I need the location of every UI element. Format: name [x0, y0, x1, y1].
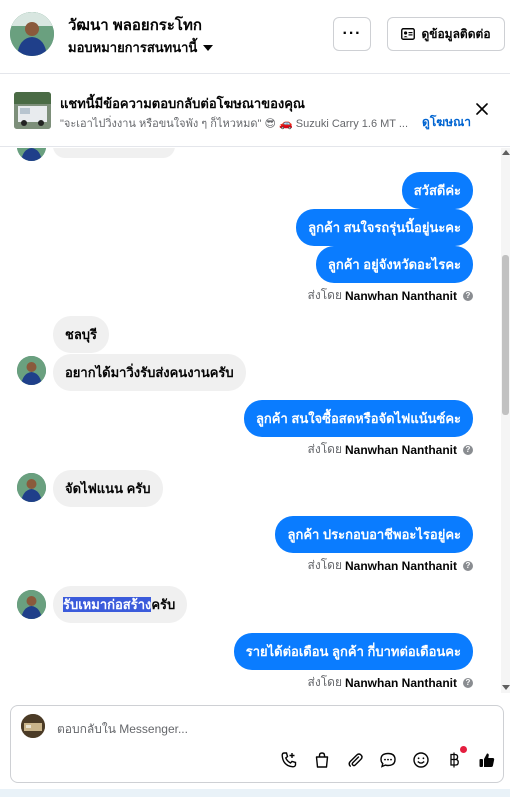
sender-name: Nanwhan Nanthanit: [344, 558, 457, 573]
call-button[interactable]: [279, 750, 299, 770]
caret-down-icon: [203, 45, 214, 51]
sent-by-label: ส่งโดย Nanwhan Nanthanit ?: [308, 440, 473, 459]
message-bubble-outgoing[interactable]: ลูกค้า ประกอบอาชีพอะไรอยู่คะ: [275, 516, 473, 553]
saved-replies-button[interactable]: [378, 750, 398, 770]
chat-bubble-icon: [380, 752, 396, 768]
message-bubble-incoming[interactable]: อยากได้มาวิ่งรับส่งคนงานครับ: [53, 354, 246, 391]
ad-subtitle-text: "จะเอาไปวิ่งงาน หรือขนใจพัง ๆ ก็ไหวหมด" …: [60, 117, 409, 130]
baht-icon: [450, 752, 459, 768]
message-bubble-incoming[interactable]: ชลบุรี: [53, 316, 110, 353]
sent-by-label: ส่งโดย Nanwhan Nanthanit ?: [308, 286, 473, 305]
scroll-up-arrow-icon[interactable]: [502, 150, 510, 155]
chat-header: วัฒนา พลอยกระโทก มอบหมายการสนทนานี้ ··· …: [0, 0, 510, 74]
attach-button[interactable]: [345, 750, 365, 770]
messenger-chat-panel: วัฒนา พลอยกระโทก มอบหมายการสนทนานี้ ··· …: [0, 0, 510, 797]
phone-plus-icon: [281, 752, 297, 768]
payment-button[interactable]: [444, 746, 467, 770]
sent-by-label: ส่งโดย Nanwhan Nanthanit ?: [308, 556, 473, 575]
sender-name: Nanwhan Nanthanit: [344, 442, 457, 457]
composer-toolbar: [279, 746, 497, 770]
avatar[interactable]: [10, 12, 54, 56]
shop-button[interactable]: [312, 750, 332, 770]
message-bubble-outgoing[interactable]: รายได้ต่อเดือน ลูกค้า กี่บาทต่อเดือนคะ: [233, 633, 473, 670]
sent-by-prefix: ส่งโดย: [307, 442, 342, 456]
ad-reply-banner: แชทนี้มีข้อความตอบกลับต่อโฆษณาของคุณ "จะ…: [0, 75, 510, 147]
avatar: [17, 148, 46, 161]
ad-banner-subtitle: "จะเอาไปวิ่งงาน หรือขนใจพัง ๆ ก็ไหวหมด" …: [60, 113, 471, 132]
more-options-button[interactable]: ···: [333, 17, 371, 51]
bottom-strip: [0, 789, 510, 797]
avatar: [17, 590, 46, 619]
emoji-button[interactable]: [411, 750, 431, 770]
sent-by-prefix: ส่งโดย: [307, 288, 342, 302]
message-bubble-partial: [53, 148, 175, 158]
message-bubble-incoming[interactable]: จัดไฟแนน ครับ: [53, 470, 163, 507]
info-icon[interactable]: ?: [463, 290, 473, 301]
assign-conversation-dropdown[interactable]: มอบหมายการสนทนานี้: [68, 37, 214, 58]
info-icon[interactable]: ?: [463, 444, 473, 455]
sent-by-label: ส่งโดย Nanwhan Nanthanit ?: [308, 673, 473, 692]
message-composer: ตอบกลับใน Messenger...: [10, 705, 504, 783]
close-banner-button[interactable]: [472, 99, 492, 119]
thumbs-up-icon: [479, 753, 495, 767]
contact-card-icon: [401, 28, 416, 40]
scroll-down-arrow-icon[interactable]: [502, 685, 510, 690]
close-icon: [476, 103, 488, 115]
sender-name: Nanwhan Nanthanit: [344, 288, 457, 303]
message-thread[interactable]: สวัสดีค่ะ ลูกค้า สนใจรถรุ่นนี้อยู่นะคะ ล…: [0, 148, 500, 693]
message-bubble-outgoing[interactable]: ลูกค้า อยู่จังหวัดอะไรคะ: [315, 246, 473, 283]
scrollbar-thumb[interactable]: [502, 255, 509, 415]
info-icon[interactable]: ?: [463, 677, 473, 688]
sender-name: Nanwhan Nanthanit: [344, 675, 457, 690]
message-bubble-outgoing[interactable]: สวัสดีค่ะ: [401, 172, 473, 209]
shopping-bag-icon: [315, 752, 329, 768]
avatar: [17, 473, 46, 502]
sent-by-prefix: ส่งโดย: [307, 675, 342, 689]
view-contact-label: ดูข้อมูลติดต่อ: [421, 26, 491, 41]
message-bubble-outgoing[interactable]: ลูกค้า สนใจซื้อสดหรือจัดไฟแน้นซ์คะ: [243, 400, 473, 437]
scrollbar[interactable]: [501, 148, 510, 693]
sent-by-prefix: ส่งโดย: [307, 558, 342, 572]
page-avatar: [21, 714, 45, 738]
contact-name[interactable]: วัฒนา พลอยกระโทก: [68, 13, 202, 37]
view-ad-link[interactable]: ดูโฆษณา: [422, 113, 471, 132]
reply-input[interactable]: ตอบกลับใน Messenger...: [57, 720, 188, 739]
smiley-icon: [413, 752, 429, 768]
message-bubble-incoming[interactable]: รับเหมาก่อสร้างครับ: [53, 586, 188, 623]
like-button[interactable]: [477, 750, 497, 770]
ad-banner-title: แชทนี้มีข้อความตอบกลับต่อโฆษณาของคุณ: [60, 96, 305, 111]
avatar: [17, 356, 46, 385]
message-bubble-outgoing[interactable]: ลูกค้า สนใจรถรุ่นนี้อยู่นะคะ: [296, 209, 473, 246]
selected-text: รับเหมาก่อสร้าง: [63, 597, 152, 612]
notification-dot: [460, 746, 467, 753]
more-icon: ···: [342, 25, 362, 42]
message-text: ครับ: [151, 597, 176, 612]
ad-thumbnail[interactable]: [14, 92, 51, 129]
view-contact-button[interactable]: ดูข้อมูลติดต่อ: [387, 17, 505, 51]
info-icon[interactable]: ?: [463, 560, 473, 571]
paperclip-icon: [348, 753, 363, 767]
assign-label: มอบหมายการสนทนานี้: [68, 40, 198, 55]
